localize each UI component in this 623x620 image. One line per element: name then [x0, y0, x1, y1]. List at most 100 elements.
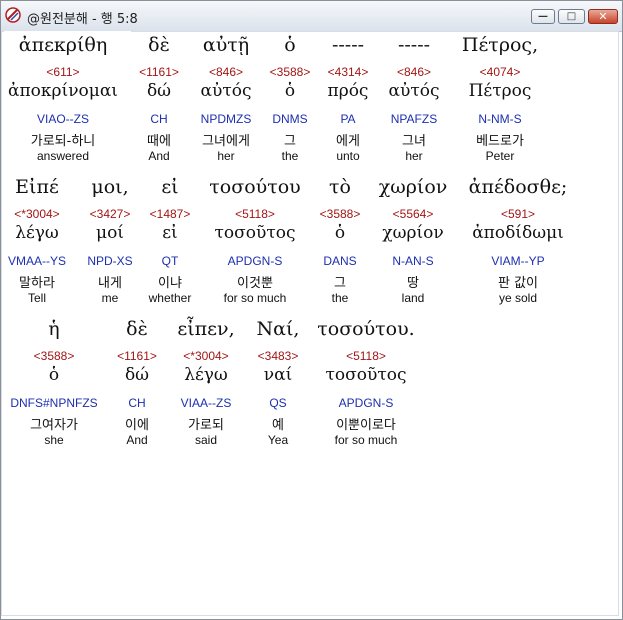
- morph-code: DNMS: [272, 112, 308, 126]
- maximize-icon: □: [566, 11, 577, 22]
- morph-code: VIAO--ZS: [36, 112, 89, 126]
- korean-gloss: 이에: [125, 418, 149, 433]
- strong-number: <3588>: [319, 207, 361, 221]
- lemma: μοί: [96, 223, 124, 243]
- app-logo-icon: [5, 7, 21, 23]
- lemma: πρός: [327, 81, 369, 101]
- strong-number: <846>: [208, 65, 244, 79]
- lemma: αὐτός: [388, 81, 440, 101]
- window-title: @원전분해 - 행 5:8: [27, 12, 138, 27]
- morph-code: NPD-XS: [87, 254, 133, 268]
- greek-word: ἡ: [48, 318, 60, 340]
- korean-gloss: 그: [334, 276, 346, 291]
- english-gloss: for so much: [223, 291, 287, 305]
- strong-number: <3427>: [89, 207, 131, 221]
- korean-gloss: 땅: [407, 276, 419, 291]
- greek-word: τὸ: [329, 176, 351, 198]
- close-icon: ✕: [598, 10, 608, 23]
- english-gloss: land: [401, 291, 425, 305]
- lemma: δώ: [146, 81, 172, 101]
- strong-number: <846>: [396, 65, 432, 79]
- english-gloss: And: [148, 149, 170, 163]
- lemma: χωρίον: [382, 223, 444, 243]
- korean-gloss: 가로되-하니: [30, 134, 96, 149]
- close-button[interactable]: ✕: [588, 9, 618, 24]
- english-gloss: whether: [148, 291, 192, 305]
- strong-number: <1161>: [139, 65, 179, 79]
- greek-word: δὲ: [148, 34, 170, 56]
- greek-word: αὐτῇ: [202, 34, 250, 56]
- strong-number: <*3004>: [183, 349, 229, 363]
- morph-code: APDGN-S: [338, 396, 394, 410]
- korean-gloss: 에게: [336, 134, 360, 149]
- strong-number: <*3004>: [14, 207, 60, 221]
- morph-code: NPDMZS: [200, 112, 252, 126]
- korean-gloss: 이것뿐: [237, 276, 273, 291]
- english-gloss: Tell: [27, 291, 46, 305]
- korean-gloss: 내게: [98, 276, 122, 291]
- greek-word: ἀπεκρίθη: [18, 34, 108, 56]
- morph-code: N-NM-S: [478, 112, 522, 126]
- greek-word: Πέτρος,: [461, 34, 539, 56]
- strong-number: <1487>: [149, 207, 191, 221]
- strong-number: <5118>: [346, 349, 386, 363]
- korean-gloss: 이뿐이로다: [336, 418, 396, 433]
- morph-code: VIAA--ZS: [180, 396, 232, 410]
- english-gloss: she: [44, 433, 64, 447]
- lemma: αὐτός: [200, 81, 252, 101]
- morph-code: QT: [161, 254, 179, 268]
- greek-word: χωρίον: [378, 176, 448, 198]
- english-gloss: the: [331, 291, 349, 305]
- greek-word: μοι,: [91, 176, 129, 198]
- strong-number: <5564>: [392, 207, 434, 221]
- greek-word: -----: [331, 34, 365, 56]
- strong-number: <1161>: [117, 349, 157, 363]
- greek-word: εἶπεν,: [177, 318, 235, 340]
- lemma: λέγω: [184, 365, 228, 385]
- morph-code: DANS: [323, 254, 357, 268]
- english-gloss: ye sold: [498, 291, 538, 305]
- morph-code: PA: [340, 112, 356, 126]
- morph-code: CH: [150, 112, 168, 126]
- strong-number: <4314>: [327, 65, 369, 79]
- english-gloss: Yea: [267, 433, 289, 447]
- morph-code: QS: [269, 396, 287, 410]
- korean-gloss: 그여자가: [30, 418, 78, 433]
- greek-word: Εἰπέ: [15, 176, 59, 198]
- lemma: λέγω: [15, 223, 59, 243]
- english-gloss: And: [126, 433, 148, 447]
- korean-gloss: 때에: [147, 134, 171, 149]
- greek-word: ὁ: [284, 34, 296, 56]
- lemma: δώ: [124, 365, 150, 385]
- morph-code: VMAA--YS: [7, 254, 66, 268]
- korean-gloss: 그녀: [402, 134, 426, 149]
- greek-word: δὲ: [126, 318, 148, 340]
- english-gloss: Peter: [485, 149, 515, 163]
- morph-code: VIAM--YP: [491, 254, 545, 268]
- english-gloss: said: [194, 433, 217, 447]
- lemma: ἀποδίδωμι: [472, 223, 564, 243]
- title-bar[interactable]: @원전분해 - 행 5:8 — □ ✕: [1, 1, 622, 32]
- strong-number: <611>: [46, 65, 80, 79]
- english-gloss: her: [405, 149, 423, 163]
- lemma: ὁ: [334, 223, 346, 243]
- lemma: Πέτρος: [468, 81, 532, 101]
- strong-number: <4074>: [479, 65, 521, 79]
- lemma: ἀποκρίνομαι: [8, 81, 118, 101]
- english-gloss: for so much: [334, 433, 398, 447]
- lemma: ὁ: [48, 365, 60, 385]
- minimize-button[interactable]: —: [531, 9, 555, 24]
- lemma: ὁ: [284, 81, 296, 101]
- korean-gloss: 이냐: [158, 276, 182, 291]
- lemma: εἰ: [162, 223, 178, 243]
- maximize-button[interactable]: □: [558, 9, 585, 24]
- minimize-icon: —: [538, 11, 548, 22]
- korean-gloss: 말하라: [19, 276, 55, 291]
- greek-word: Ναί,: [256, 318, 300, 340]
- korean-gloss: 그: [284, 134, 296, 149]
- korean-gloss: 그녀에게: [202, 134, 250, 149]
- english-gloss: unto: [336, 149, 360, 163]
- greek-word: εἰ: [161, 176, 179, 198]
- english-gloss: answered: [36, 149, 90, 163]
- strong-number: <5118>: [235, 207, 275, 221]
